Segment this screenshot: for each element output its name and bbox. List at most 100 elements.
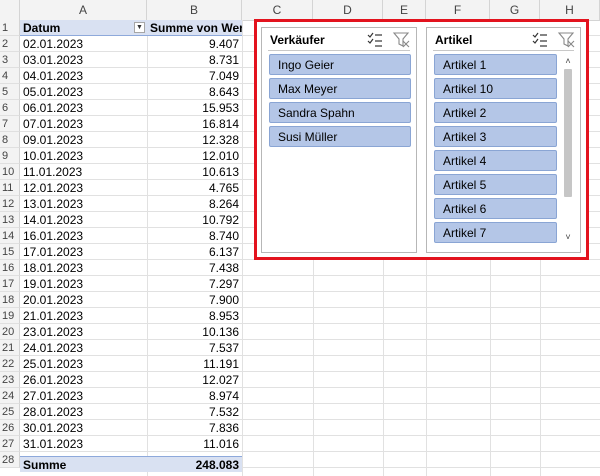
pivot-row-value[interactable]: 8.731	[147, 52, 242, 68]
row-header[interactable]: 26	[0, 420, 20, 436]
pivot-row-value[interactable]: 7.438	[147, 260, 242, 276]
slicer-item[interactable]: Artikel 7	[434, 222, 557, 243]
pivot-header-date[interactable]: Datum ▼	[20, 20, 147, 36]
pivot-total-value[interactable]: 248.083	[147, 456, 242, 472]
scroll-thumb[interactable]	[564, 69, 572, 197]
row-header[interactable]: 8	[0, 132, 20, 148]
column-header[interactable]: B	[147, 0, 242, 20]
row-header[interactable]: 9	[0, 148, 20, 164]
filter-dropdown-icon[interactable]: ▼	[134, 22, 145, 33]
pivot-row-date[interactable]: 13.01.2023	[20, 196, 147, 212]
pivot-row-date[interactable]: 27.01.2023	[20, 388, 147, 404]
pivot-row-date[interactable]: 09.01.2023	[20, 132, 147, 148]
row-header[interactable]: 10	[0, 164, 20, 180]
column-header[interactable]: G	[490, 0, 540, 20]
pivot-row-value[interactable]: 6.137	[147, 244, 242, 260]
row-header[interactable]: 18	[0, 292, 20, 308]
pivot-row-date[interactable]: 05.01.2023	[20, 84, 147, 100]
column-header[interactable]: D	[313, 0, 383, 20]
scroll-up-icon[interactable]: ˄	[562, 55, 574, 67]
pivot-header-sum[interactable]: Summe von Wert	[147, 20, 242, 36]
pivot-row-date[interactable]: 23.01.2023	[20, 324, 147, 340]
column-header[interactable]: A	[20, 0, 147, 20]
pivot-row-value[interactable]: 4.765	[147, 180, 242, 196]
pivot-row-date[interactable]: 17.01.2023	[20, 244, 147, 260]
row-header[interactable]: 19	[0, 308, 20, 324]
select-all-corner[interactable]	[0, 0, 20, 20]
slicer-item[interactable]: Artikel 3	[434, 126, 557, 147]
row-header[interactable]: 25	[0, 404, 20, 420]
row-header[interactable]: 12	[0, 196, 20, 212]
pivot-row-date[interactable]: 26.01.2023	[20, 372, 147, 388]
pivot-row-value[interactable]: 7.900	[147, 292, 242, 308]
column-header[interactable]: C	[242, 0, 313, 20]
row-header[interactable]: 4	[0, 68, 20, 84]
pivot-row-value[interactable]: 8.643	[147, 84, 242, 100]
multi-select-icon[interactable]	[366, 31, 384, 49]
slicer-item[interactable]: Max Meyer	[269, 78, 411, 99]
pivot-row-date[interactable]: 12.01.2023	[20, 180, 147, 196]
row-header[interactable]: 22	[0, 356, 20, 372]
pivot-row-value[interactable]: 8.953	[147, 308, 242, 324]
pivot-row-value[interactable]: 12.010	[147, 148, 242, 164]
row-header[interactable]: 3	[0, 52, 20, 68]
slicer-artikel[interactable]: Artikel Artikel 1 Artikel 10 Artikel 2 Arti…	[426, 27, 581, 253]
slicer-item[interactable]: Susi Müller	[269, 126, 411, 147]
pivot-row-value[interactable]: 16.814	[147, 116, 242, 132]
row-header[interactable]: 20	[0, 324, 20, 340]
pivot-row-value[interactable]: 10.136	[147, 324, 242, 340]
column-header[interactable]: H	[540, 0, 600, 20]
row-header[interactable]: 15	[0, 244, 20, 260]
pivot-row-value[interactable]: 12.027	[147, 372, 242, 388]
pivot-row-date[interactable]: 02.01.2023	[20, 36, 147, 52]
pivot-row-date[interactable]: 11.01.2023	[20, 164, 147, 180]
row-header[interactable]: 13	[0, 212, 20, 228]
pivot-row-date[interactable]: 06.01.2023	[20, 100, 147, 116]
pivot-total-label[interactable]: Summe	[20, 456, 147, 472]
pivot-row-date[interactable]: 25.01.2023	[20, 356, 147, 372]
row-header[interactable]: 23	[0, 372, 20, 388]
row-header[interactable]: 2	[0, 36, 20, 52]
pivot-row-date[interactable]: 21.01.2023	[20, 308, 147, 324]
pivot-row-value[interactable]: 10.613	[147, 164, 242, 180]
pivot-row-date[interactable]: 07.01.2023	[20, 116, 147, 132]
row-header[interactable]: 14	[0, 228, 20, 244]
pivot-row-value[interactable]: 9.407	[147, 36, 242, 52]
row-header[interactable]: 1	[0, 20, 20, 36]
slicer-item[interactable]: Sandra Spahn	[269, 102, 411, 123]
clear-filter-icon[interactable]	[557, 31, 575, 49]
pivot-row-value[interactable]: 7.297	[147, 276, 242, 292]
slicer-item[interactable]: Artikel 4	[434, 150, 557, 171]
row-header[interactable]: 21	[0, 340, 20, 356]
row-header[interactable]: 28	[0, 452, 20, 468]
column-header[interactable]: F	[426, 0, 490, 20]
pivot-row-value[interactable]: 12.328	[147, 132, 242, 148]
row-header[interactable]: 5	[0, 84, 20, 100]
row-header[interactable]: 24	[0, 388, 20, 404]
slicer-item[interactable]: Artikel 2	[434, 102, 557, 123]
pivot-row-value[interactable]: 7.532	[147, 404, 242, 420]
pivot-row-date[interactable]: 03.01.2023	[20, 52, 147, 68]
pivot-row-date[interactable]: 16.01.2023	[20, 228, 147, 244]
slicer-scrollbar[interactable]: ˄ ˅	[562, 55, 574, 243]
scroll-down-icon[interactable]: ˅	[562, 231, 574, 243]
row-header[interactable]: 16	[0, 260, 20, 276]
clear-filter-icon[interactable]	[392, 31, 410, 49]
slicer-item[interactable]: Artikel 1	[434, 54, 557, 75]
slicer-item[interactable]: Ingo Geier	[269, 54, 411, 75]
pivot-row-value[interactable]: 8.740	[147, 228, 242, 244]
pivot-row-value[interactable]: 11.191	[147, 356, 242, 372]
pivot-row-value[interactable]: 15.953	[147, 100, 242, 116]
slicer-item[interactable]: Artikel 5	[434, 174, 557, 195]
pivot-row-date[interactable]: 20.01.2023	[20, 292, 147, 308]
pivot-row-value[interactable]: 8.974	[147, 388, 242, 404]
pivot-row-date[interactable]: 30.01.2023	[20, 420, 147, 436]
pivot-row-value[interactable]: 8.264	[147, 196, 242, 212]
multi-select-icon[interactable]	[531, 31, 549, 49]
pivot-row-value[interactable]: 7.049	[147, 68, 242, 84]
row-header[interactable]: 7	[0, 116, 20, 132]
pivot-row-date[interactable]: 10.01.2023	[20, 148, 147, 164]
pivot-row-date[interactable]: 28.01.2023	[20, 404, 147, 420]
row-header[interactable]: 17	[0, 276, 20, 292]
slicer-item[interactable]: Artikel 6	[434, 198, 557, 219]
